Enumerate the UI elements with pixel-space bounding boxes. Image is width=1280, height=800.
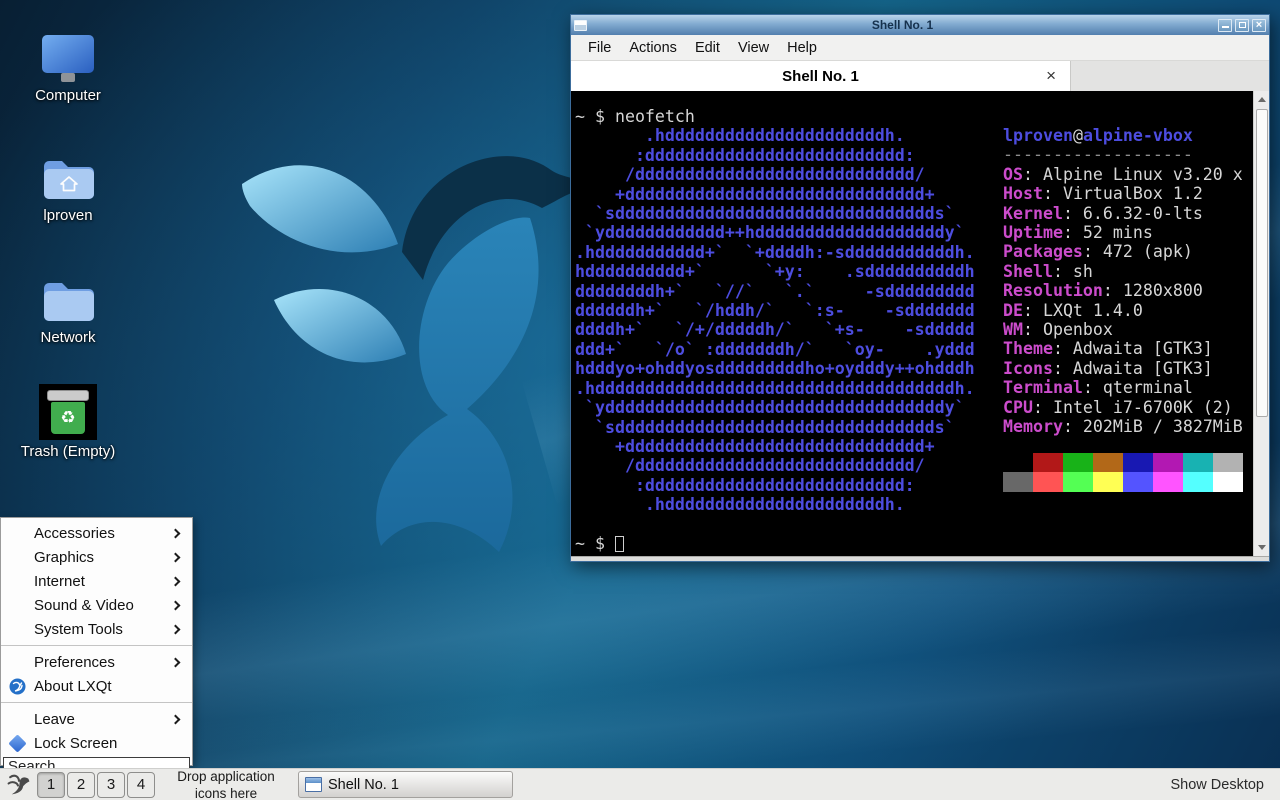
palette-swatch <box>1093 453 1123 472</box>
submenu-chevron-icon <box>171 576 181 586</box>
menu-item-label: Preferences <box>34 654 115 671</box>
desktop-icon-home[interactable]: lproven <box>20 146 116 226</box>
menu-item-label: System Tools <box>34 621 123 638</box>
menu-item-label: About LXQt <box>34 678 112 695</box>
recycle-symbol: ♻ <box>60 408 75 428</box>
palette-swatch <box>1123 453 1153 472</box>
scrollbar-down-icon[interactable] <box>1255 540 1269 555</box>
menu-item-label: Sound & Video <box>34 597 134 614</box>
palette-swatch <box>1123 472 1153 491</box>
workspace-button-2[interactable]: 2 <box>67 772 95 798</box>
palette-swatch <box>1093 472 1123 491</box>
terminal-window-icon <box>305 777 322 792</box>
window-titlebar[interactable]: Shell No. 1 × <box>571 15 1269 35</box>
menubar-item-help[interactable]: Help <box>778 35 826 61</box>
terminal-scrollbar[interactable] <box>1253 91 1269 556</box>
palette-swatch <box>1213 453 1243 472</box>
menu-item-label: Graphics <box>34 549 94 566</box>
ansi-color-palette <box>1003 453 1243 492</box>
computer-icon <box>20 26 116 84</box>
lxqt-bird-icon <box>6 772 31 797</box>
desktop-icon-trash[interactable]: ♻ Trash (Empty) <box>20 382 116 462</box>
terminal-cursor <box>615 536 624 552</box>
palette-swatch <box>1033 453 1063 472</box>
close-button[interactable]: × <box>1252 19 1266 32</box>
desktop-icon-computer[interactable]: Computer <box>20 26 116 106</box>
window-title: Shell No. 1 <box>587 18 1218 32</box>
submenu-chevron-icon <box>171 600 181 610</box>
terminal-content[interactable]: ~ $ neofetch .hddddddddddddddddddddddh. … <box>571 91 1269 556</box>
tab-close-icon[interactable]: × <box>1046 65 1056 87</box>
tab-shell[interactable]: Shell No. 1 × <box>571 61 1071 91</box>
hummingbird-wallpaper-graphic <box>212 112 592 572</box>
palette-swatch <box>1063 472 1093 491</box>
lxqt-logo-icon <box>9 678 26 695</box>
menu-item-label: Accessories <box>34 525 115 542</box>
maximize-button[interactable] <box>1235 19 1249 32</box>
desktop-icon-label: Trash (Empty) <box>20 443 116 462</box>
menu-item-lock-screen[interactable]: Lock Screen <box>1 731 192 755</box>
task-button-label: Shell No. 1 <box>328 777 399 793</box>
desktop-icon-network[interactable]: Network <box>20 268 116 348</box>
desktop-icon-label: Network <box>20 329 116 348</box>
terminal-window: Shell No. 1 × FileActionsEditViewHelp Sh… <box>570 14 1270 562</box>
desktop-icon-label: lproven <box>20 207 116 226</box>
menubar-item-view[interactable]: View <box>729 35 778 61</box>
lock-screen-icon <box>8 734 26 752</box>
palette-swatch <box>1183 453 1213 472</box>
taskbar-window-button[interactable]: Shell No. 1 <box>298 771 513 798</box>
submenu-chevron-icon <box>171 714 181 724</box>
app-menu-popup: Accessories Graphics Internet Sound & Video… <box>0 517 193 766</box>
window-menubar: FileActionsEditViewHelp <box>571 35 1269 61</box>
palette-swatch <box>1213 472 1243 491</box>
scrollbar-up-icon[interactable] <box>1255 92 1269 107</box>
neofetch-info: lproven@alpine-vbox ------------------- … <box>1003 126 1243 437</box>
submenu-chevron-icon <box>171 552 181 562</box>
menu-item-label: Leave <box>34 711 75 728</box>
palette-swatch <box>1063 453 1093 472</box>
palette-swatch <box>1003 472 1033 491</box>
tab-label: Shell No. 1 <box>571 61 1070 91</box>
menubar-item-edit[interactable]: Edit <box>686 35 729 61</box>
workspace-button-3[interactable]: 3 <box>97 772 125 798</box>
menu-separator <box>1 645 192 646</box>
show-desktop-button[interactable]: Show Desktop <box>1171 777 1265 793</box>
trash-icon: ♻ <box>20 382 116 440</box>
tab-bar: Shell No. 1 × <box>571 61 1269 91</box>
menubar-item-file[interactable]: File <box>579 35 620 61</box>
workspace-button-4[interactable]: 4 <box>127 772 155 798</box>
palette-swatch <box>1183 472 1213 491</box>
submenu-chevron-icon <box>171 528 181 538</box>
menu-item-about-lxqt[interactable]: About LXQt <box>1 674 192 698</box>
desktop-icon-label: Computer <box>20 87 116 106</box>
menu-item-internet[interactable]: Internet <box>1 569 192 593</box>
minimize-button[interactable] <box>1218 19 1232 32</box>
palette-swatch <box>1153 453 1183 472</box>
menu-separator <box>1 702 192 703</box>
start-menu-button[interactable] <box>4 771 32 799</box>
menu-item-accessories[interactable]: Accessories <box>1 521 192 545</box>
scrollbar-thumb[interactable] <box>1256 109 1268 417</box>
window-bottom-border <box>571 556 1269 561</box>
palette-swatch <box>1153 472 1183 491</box>
menu-item-label: Internet <box>34 573 85 590</box>
menu-item-leave[interactable]: Leave <box>1 707 192 731</box>
submenu-chevron-icon <box>171 657 181 667</box>
menu-item-sound-video[interactable]: Sound & Video <box>1 593 192 617</box>
window-icon <box>574 20 587 31</box>
network-folder-icon <box>20 268 116 326</box>
menu-item-preferences[interactable]: Preferences <box>1 650 192 674</box>
palette-swatch <box>1003 453 1033 472</box>
menu-item-label: Lock Screen <box>34 735 117 752</box>
palette-swatch <box>1033 472 1063 491</box>
menu-item-system-tools[interactable]: System Tools <box>1 617 192 641</box>
home-folder-icon <box>20 146 116 204</box>
submenu-chevron-icon <box>171 624 181 634</box>
quicklaunch-drop-area[interactable]: Drop application icons here <box>162 768 290 800</box>
taskbar: 1234 Drop application icons here Shell N… <box>0 768 1280 800</box>
terminal-output: ~ $ neofetch .hddddddddddddddddddddddh. … <box>575 107 975 553</box>
menubar-item-actions[interactable]: Actions <box>620 35 686 61</box>
menu-item-graphics[interactable]: Graphics <box>1 545 192 569</box>
workspace-button-1[interactable]: 1 <box>37 772 65 798</box>
